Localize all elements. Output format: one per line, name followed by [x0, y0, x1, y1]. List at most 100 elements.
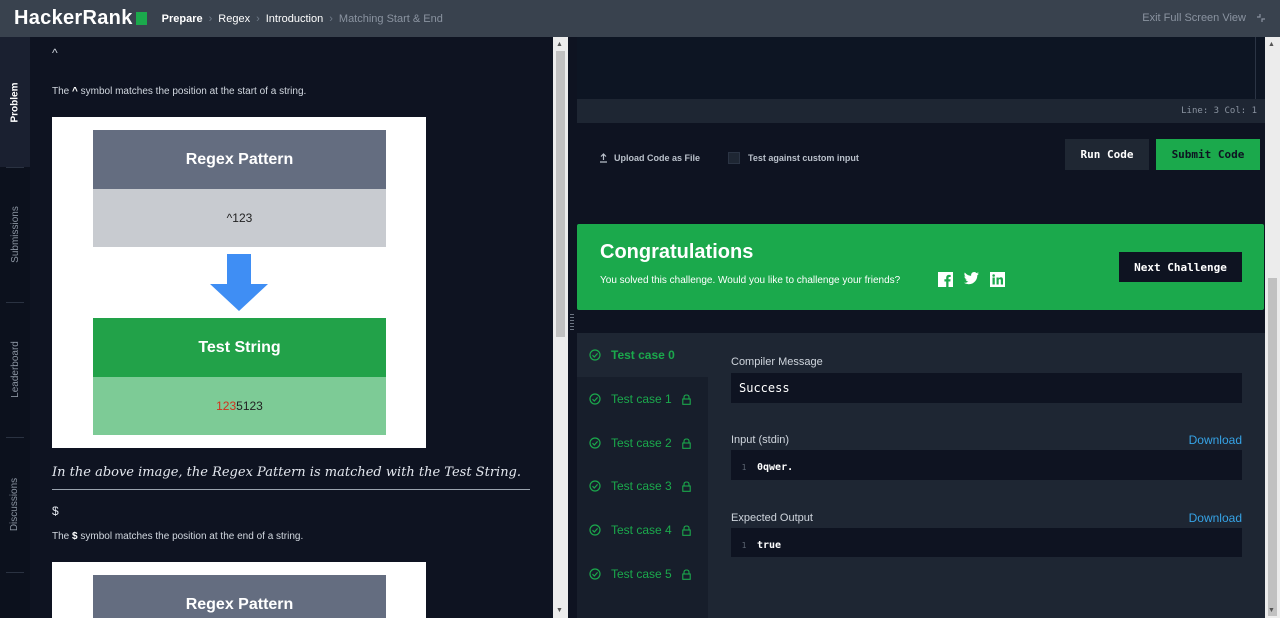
compiler-message-label: Compiler Message [731, 356, 823, 368]
submit-code-button[interactable]: Submit Code [1156, 139, 1260, 170]
page-scrollbar[interactable]: ▲ ▼ [1265, 37, 1280, 618]
left-tab-bar: Problem Submissions Leaderboard Discussi… [0, 37, 30, 618]
input-box: 1 0qwer. [731, 450, 1242, 480]
congrats-title: Congratulations [600, 241, 754, 263]
test-case-label: Test case 1 [611, 392, 672, 406]
tab-discussions[interactable]: Discussions [0, 437, 30, 572]
arrow-down-icon [210, 254, 268, 311]
desc-text: The [52, 531, 70, 542]
unmatched-text: 5123 [236, 399, 263, 413]
test-case-item[interactable]: Test case 1 [577, 377, 708, 421]
problem-scrollbar[interactable]: ▲ ▼ [553, 37, 568, 618]
figure-test-value: 123 5123 [93, 377, 386, 435]
input-label: Input (stdin) [731, 434, 790, 446]
custom-input-checkbox[interactable]: Test against custom input [728, 152, 859, 164]
test-case-item[interactable]: Test case 2 [577, 421, 708, 465]
test-case-item[interactable]: Test case 3 [577, 464, 708, 508]
code-editor[interactable] [577, 37, 1265, 99]
breadcrumb-introduction[interactable]: Introduction [266, 13, 323, 25]
test-case-item[interactable]: Test case 5 [577, 552, 708, 596]
desc-symbol: $ [72, 531, 78, 542]
scrollbar-thumb[interactable] [556, 51, 565, 337]
logo-text: HackerRank [14, 7, 133, 29]
test-case-item[interactable]: Test case 0 [577, 333, 708, 377]
editor-status-bar: Line: 3 Col: 1 [577, 99, 1265, 123]
download-output-link[interactable]: Download [1189, 511, 1242, 525]
test-case-label: Test case 3 [611, 479, 672, 493]
breadcrumb: Prepare › Regex › Introduction › Matchin… [162, 13, 443, 25]
lock-icon [681, 568, 691, 580]
tab-submissions[interactable]: Submissions [0, 167, 30, 302]
chevron-right-icon: › [329, 12, 333, 25]
checkbox-box[interactable] [728, 152, 740, 164]
check-circle-icon [589, 393, 601, 405]
caret-description: The ^ symbol matches the position at the… [52, 86, 306, 97]
test-results-panel: Test case 0 Test case 1 Test case 2 Test… [577, 333, 1265, 618]
problem-panel: ^ The ^ symbol matches the position at t… [30, 37, 553, 618]
compiler-message-box: Success [731, 373, 1242, 403]
figure-pattern-value: ^123 [93, 189, 386, 247]
tab-problem-label: Problem [9, 81, 21, 123]
logo-square-icon [135, 12, 147, 25]
twitter-icon[interactable] [964, 272, 979, 285]
tab-leaderboard[interactable]: Leaderboard [0, 302, 30, 437]
tab-submissions-label: Submissions [9, 206, 21, 263]
desc-text: symbol matches the position at the start… [80, 86, 307, 97]
download-input-link[interactable]: Download [1189, 433, 1242, 447]
check-circle-icon [589, 437, 601, 449]
chevron-right-icon: › [208, 12, 213, 25]
exit-fullscreen-label: Exit Full Screen View [1142, 12, 1246, 24]
lock-icon [681, 524, 691, 536]
tab-divider [6, 572, 24, 573]
expected-output-box: 1 true [731, 528, 1242, 557]
top-bar: HackerRank Prepare › Regex › Introductio… [0, 0, 1280, 37]
custom-input-label: Test against custom input [748, 153, 859, 163]
check-circle-icon [589, 349, 601, 361]
check-circle-icon [589, 480, 601, 492]
collapse-icon [1257, 14, 1265, 22]
upload-icon [600, 153, 607, 163]
test-case-item[interactable]: Test case 4 [577, 508, 708, 552]
scroll-down-icon[interactable]: ▼ [556, 607, 563, 614]
share-icons [938, 272, 1005, 287]
scrollbar-thumb[interactable] [1268, 278, 1277, 616]
resize-handle[interactable] [570, 314, 574, 332]
expected-output-value: true [757, 540, 782, 551]
facebook-icon[interactable] [938, 272, 953, 287]
desc-text: symbol matches the position at the end o… [80, 531, 304, 542]
exit-fullscreen-button[interactable]: Exit Full Screen View [1142, 12, 1266, 24]
upload-code-button[interactable]: Upload Code as File [599, 153, 700, 163]
scroll-up-icon[interactable]: ▲ [1268, 41, 1275, 48]
check-circle-icon [589, 524, 601, 536]
dollar-description: The $ symbol matches the position at the… [52, 531, 303, 542]
upload-label: Upload Code as File [614, 153, 701, 163]
scroll-up-icon[interactable]: ▲ [556, 41, 563, 48]
linkedin-icon[interactable] [990, 272, 1005, 287]
caret-heading: ^ [52, 46, 58, 60]
dollar-heading: $ [52, 504, 59, 518]
test-case-label: Test case 4 [611, 523, 672, 537]
test-case-list: Test case 0 Test case 1 Test case 2 Test… [577, 333, 708, 618]
test-case-label: Test case 0 [611, 348, 675, 362]
run-code-button[interactable]: Run Code [1065, 139, 1149, 170]
line-number: 1 [741, 463, 747, 472]
lock-icon [681, 393, 691, 405]
figure-test-header: Test String [93, 318, 386, 377]
tab-problem[interactable]: Problem [0, 37, 30, 167]
next-challenge-button[interactable]: Next Challenge [1119, 252, 1242, 282]
breadcrumb-prepare[interactable]: Prepare [162, 13, 203, 25]
tab-leaderboard-label: Leaderboard [9, 341, 21, 398]
desc-symbol: ^ [72, 86, 78, 97]
test-case-label: Test case 2 [611, 436, 672, 450]
editor-ruler [1255, 37, 1256, 99]
chevron-right-icon: › [256, 12, 260, 25]
figure-caption: In the above image, the Regex Pattern is… [52, 465, 530, 490]
breadcrumb-regex[interactable]: Regex [218, 13, 250, 25]
input-value: 0qwer. [757, 462, 794, 473]
hackerrank-logo[interactable]: HackerRank [14, 7, 147, 30]
scroll-down-icon[interactable]: ▼ [1268, 607, 1275, 614]
line-number: 1 [741, 541, 747, 550]
check-circle-icon [589, 568, 601, 580]
editor-actions: Upload Code as File Test against custom … [577, 123, 1265, 211]
expected-output-label: Expected Output [731, 512, 813, 524]
